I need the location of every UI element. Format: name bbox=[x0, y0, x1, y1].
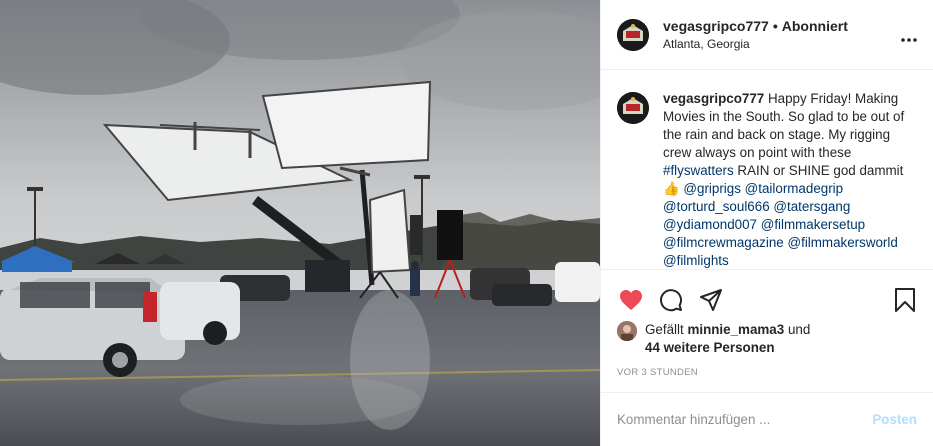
likes-others[interactable]: 44 weitere Personen bbox=[645, 340, 775, 355]
caption-text-2: RAIN or SHINE god dammit bbox=[733, 163, 904, 178]
comment-input[interactable] bbox=[617, 412, 873, 427]
post-header-text: vegasgripco777 • Abonniert Atlanta, Geor… bbox=[663, 18, 848, 51]
header-username[interactable]: vegasgripco777 bbox=[663, 18, 769, 34]
post-side-panel: vegasgripco777 • Abonniert Atlanta, Geor… bbox=[600, 0, 933, 446]
action-bar bbox=[601, 269, 933, 321]
caption-area: vegasgripco777 Happy Friday! Making Movi… bbox=[601, 70, 933, 269]
mention-link[interactable]: @filmcrewmagazine bbox=[663, 235, 784, 250]
mention-link[interactable]: @tailormadegrip bbox=[745, 181, 843, 196]
paper-plane-icon[interactable] bbox=[697, 286, 725, 314]
thumbs-up-emoji: 👍 bbox=[663, 181, 680, 196]
mention-link[interactable]: @ydiamond007 bbox=[663, 217, 757, 232]
user-avatar[interactable] bbox=[617, 18, 649, 51]
mention-link[interactable]: @filmmakersworld bbox=[788, 235, 898, 250]
mention-link[interactable]: @torturd_soul666 bbox=[663, 199, 770, 214]
comment-box: Posten bbox=[601, 392, 933, 446]
instagram-post-modal: vegasgripco777 • Abonniert Atlanta, Geor… bbox=[0, 0, 933, 446]
mention-link[interactable]: @filmlights bbox=[663, 253, 729, 268]
bookmark-icon[interactable] bbox=[891, 286, 919, 314]
vegas-sign-logo-icon bbox=[617, 18, 649, 51]
post-timestamp[interactable]: VOR 3 STUNDEN bbox=[601, 357, 933, 378]
more-horizontal-icon[interactable] bbox=[901, 26, 917, 47]
mention-link[interactable]: @griprigs bbox=[683, 181, 741, 196]
film-set-photo bbox=[0, 0, 600, 446]
caption-username[interactable]: vegasgripco777 bbox=[663, 91, 764, 106]
post-location[interactable]: Atlanta, Georgia bbox=[663, 37, 848, 51]
separator-dot: • bbox=[772, 18, 778, 34]
mention-link[interactable]: @filmmakersetup bbox=[761, 217, 865, 232]
hashtag-link[interactable]: #flyswatters bbox=[663, 163, 734, 178]
likes-summary: Gefällt minnie_mama3 und 44 weitere Pers… bbox=[601, 321, 933, 357]
comment-icon[interactable] bbox=[657, 286, 685, 314]
mention-link[interactable]: @tatersgang bbox=[773, 199, 850, 214]
post-header: vegasgripco777 • Abonniert Atlanta, Geor… bbox=[601, 0, 933, 70]
caption-text: vegasgripco777 Happy Friday! Making Movi… bbox=[663, 90, 915, 269]
post-photo[interactable] bbox=[0, 0, 600, 446]
liker-avatar[interactable] bbox=[617, 321, 637, 341]
likes-connector: und bbox=[787, 322, 811, 337]
header-line: vegasgripco777 • Abonniert bbox=[663, 18, 848, 34]
caption-avatar[interactable] bbox=[617, 92, 649, 124]
vegas-sign-logo-icon bbox=[617, 92, 649, 124]
follow-status[interactable]: Abonniert bbox=[782, 18, 848, 34]
liker-username[interactable]: minnie_mama3 bbox=[687, 322, 784, 337]
likes-text: Gefällt minnie_mama3 und 44 weitere Pers… bbox=[645, 321, 810, 357]
post-comment-button[interactable]: Posten bbox=[872, 412, 917, 427]
likes-prefix: Gefällt bbox=[645, 322, 684, 337]
heart-filled-icon[interactable] bbox=[617, 286, 645, 314]
